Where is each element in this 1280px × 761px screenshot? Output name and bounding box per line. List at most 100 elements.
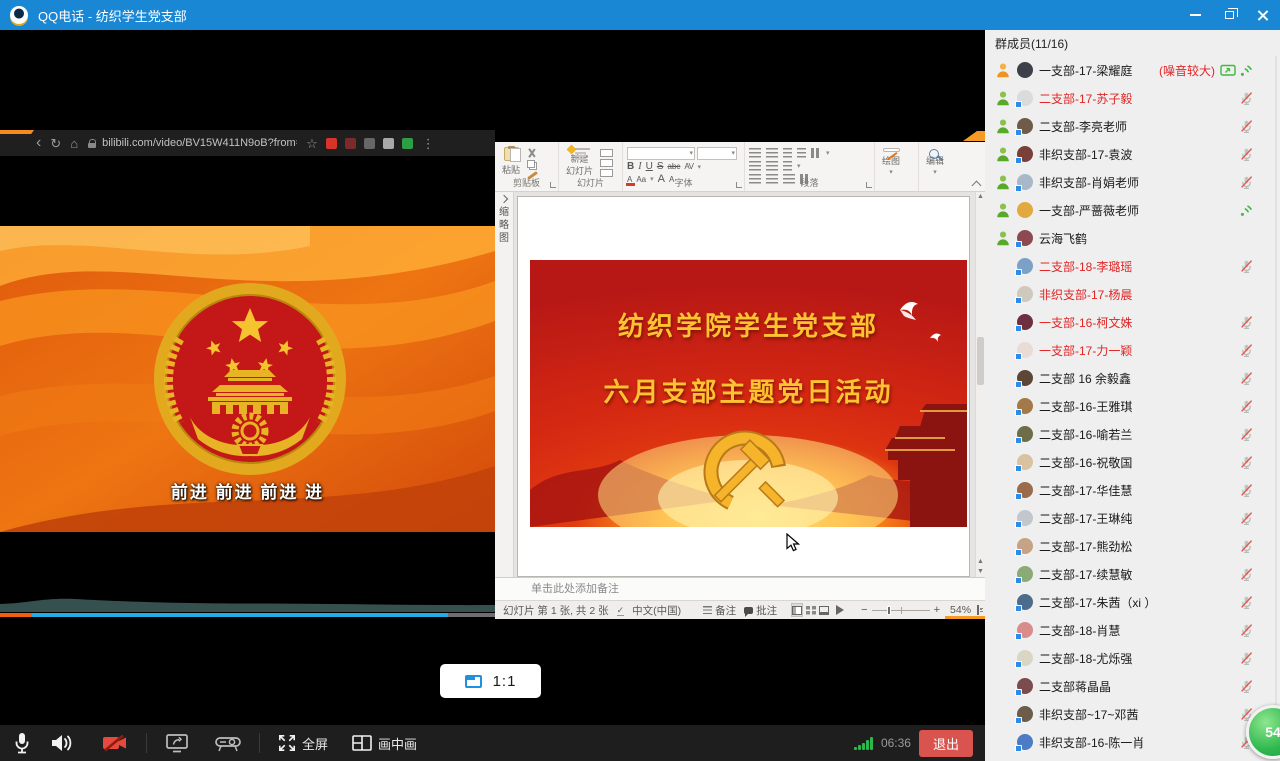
extension-icon-red[interactable] <box>326 138 337 149</box>
ribbon-collapse-icon[interactable] <box>973 180 980 187</box>
member-row[interactable]: 二支部-16-喻若兰 <box>985 420 1280 448</box>
zoom-slider[interactable] <box>872 610 930 611</box>
zoom-in-button[interactable]: + <box>930 604 944 616</box>
reading-view-button[interactable] <box>819 603 829 617</box>
member-row[interactable]: 二支部-李亮老师 <box>985 112 1280 140</box>
member-row[interactable]: 一支部-17-力一颖 <box>985 336 1280 364</box>
align-left-icon[interactable] <box>749 161 761 171</box>
bullets-icon[interactable] <box>749 148 761 158</box>
anthem-video-player[interactable]: 前进 前进 前进 进 <box>0 156 495 620</box>
normal-view-button[interactable] <box>791 603 803 617</box>
presentation-button[interactable] <box>215 733 241 753</box>
font-name-select[interactable]: ▾ <box>627 147 695 160</box>
spellcheck-icon[interactable] <box>617 604 625 616</box>
drawing-button[interactable]: 绘图 ▾ <box>879 145 903 177</box>
ppt-vertical-scrollbar[interactable]: ▲ ▲ ▼ <box>975 192 985 577</box>
thumbnail-pane-collapsed[interactable]: 缩略图 <box>495 192 514 577</box>
notes-pane[interactable]: 单击此处添加备注 <box>495 577 985 600</box>
member-row[interactable]: 非织支部~17~邓茜 <box>985 700 1280 728</box>
layout-icon[interactable] <box>600 149 613 157</box>
columns-icon[interactable] <box>811 148 821 158</box>
minimize-button[interactable] <box>1178 0 1212 30</box>
zoom-slider-thumb[interactable] <box>887 606 891 615</box>
member-row[interactable]: 二支部-17-苏子毅 <box>985 84 1280 112</box>
font-dialog-launcher[interactable] <box>736 182 742 188</box>
line-spacing-icon[interactable] <box>783 161 792 171</box>
member-row[interactable]: 二支部-18-尤烁强 <box>985 644 1280 672</box>
comments-toggle[interactable]: 批注 <box>744 603 777 618</box>
paste-button[interactable]: 粘贴 <box>499 145 523 177</box>
new-slide-button[interactable]: 新建 幻灯片 <box>563 145 596 177</box>
browser-address-bar[interactable]: bilibili.com/video/BV15W411N9oB?from=s..… <box>0 130 495 156</box>
language-indicator[interactable]: 中文(中国) <box>632 603 681 618</box>
slide-editing-area[interactable]: 纺织学院学生党支部 六月支部主题党日活动 <box>514 192 975 577</box>
member-row[interactable]: 二支部-18-李璐瑶 <box>985 252 1280 280</box>
member-row[interactable]: 非织支部-17-袁波 <box>985 140 1280 168</box>
shadow-button[interactable]: S <box>657 162 664 172</box>
member-row[interactable]: 云海飞鹤 <box>985 224 1280 252</box>
zoom-percentage[interactable]: 54% <box>950 604 971 616</box>
indent-increase-icon[interactable] <box>797 148 806 158</box>
member-row[interactable]: 二支部蒋晶晶 <box>985 672 1280 700</box>
url-text[interactable]: bilibili.com/video/BV15W411N9oB?from=s..… <box>102 137 297 149</box>
member-row[interactable]: 二支部-17-熊劲松 <box>985 532 1280 560</box>
slideshow-button[interactable] <box>832 603 849 617</box>
scale-1-1-button[interactable]: 1:1 <box>440 664 541 698</box>
extension-icon-gray[interactable] <box>364 138 375 149</box>
member-row[interactable]: 一支部-严蔷薇老师 <box>985 196 1280 224</box>
exit-button[interactable]: 退出 <box>919 730 973 757</box>
next-slide-icon[interactable]: ▼ <box>976 567 985 577</box>
underline-button[interactable]: U <box>646 162 653 172</box>
fit-to-window-icon[interactable] <box>977 605 979 615</box>
browser-menu-icon[interactable] <box>422 137 435 150</box>
slide-canvas[interactable]: 纺织学院学生党支部 六月支部主题党日活动 <box>517 196 970 577</box>
microphone-button[interactable] <box>12 732 32 754</box>
extension-icon-green[interactable] <box>402 138 413 149</box>
numbering-icon[interactable] <box>766 148 778 158</box>
camera-off-button[interactable] <box>102 733 128 753</box>
member-row[interactable]: 非织支部-肖娟老师 <box>985 168 1280 196</box>
italic-button[interactable]: I <box>638 162 641 172</box>
member-row[interactable]: 二支部-17-王琳纯 <box>985 504 1280 532</box>
extension-icon-light[interactable] <box>383 138 394 149</box>
browser-back-icon[interactable] <box>36 135 41 151</box>
scroll-up-icon[interactable]: ▲ <box>976 192 985 202</box>
font-size-select[interactable]: ▾ <box>697 147 737 160</box>
speaker-button[interactable] <box>50 733 74 753</box>
share-screen-button[interactable] <box>165 733 189 753</box>
bookmark-star-icon[interactable] <box>306 137 318 150</box>
member-scrollbar[interactable] <box>1275 56 1277 756</box>
char-spacing-button[interactable]: AV <box>684 163 693 171</box>
strikethrough-button[interactable]: abc <box>667 163 680 171</box>
fullscreen-button[interactable]: 全屏 <box>278 734 328 753</box>
zoom-out-button[interactable]: − <box>857 604 871 616</box>
cut-icon[interactable] <box>527 148 537 157</box>
expand-pane-icon[interactable] <box>500 195 508 203</box>
previous-slide-icon[interactable]: ▲ <box>976 557 985 567</box>
paragraph-dialog-launcher[interactable] <box>866 182 872 188</box>
reset-icon[interactable] <box>600 159 613 167</box>
member-row[interactable]: 二支部 16 余毅鑫 <box>985 364 1280 392</box>
close-button[interactable] <box>1246 0 1280 30</box>
browser-refresh-icon[interactable] <box>50 137 61 150</box>
pip-button[interactable]: 画中画 <box>352 734 417 753</box>
member-row[interactable]: 一支部-16-柯文姝 <box>985 308 1280 336</box>
member-row[interactable]: 非织支部-17-杨晨 <box>985 280 1280 308</box>
editing-button[interactable]: 编辑 ▾ <box>923 145 947 177</box>
member-row[interactable]: 二支部-16-祝敬国 <box>985 448 1280 476</box>
member-row[interactable]: 一支部-17-梁耀庭(噪音较大) <box>985 56 1280 84</box>
member-row[interactable]: 二支部-17-朱茜（xi ） <box>985 588 1280 616</box>
scroll-thumb[interactable] <box>977 337 984 385</box>
title-bar[interactable]: QQ电话 - 纺织学生党支部 <box>0 0 1280 30</box>
browser-home-icon[interactable] <box>70 137 78 150</box>
video-progress-bar[interactable] <box>0 613 495 617</box>
member-row[interactable]: 二支部-18-肖慧 <box>985 616 1280 644</box>
member-row[interactable]: 二支部-17-华佳慧 <box>985 476 1280 504</box>
slide-sorter-button[interactable] <box>806 603 816 617</box>
extension-icon-maroon[interactable] <box>345 138 356 149</box>
indent-decrease-icon[interactable] <box>783 148 792 158</box>
align-center-icon[interactable] <box>766 161 778 171</box>
notes-toggle[interactable]: 备注 <box>703 603 736 618</box>
copy-icon[interactable] <box>527 160 535 169</box>
member-row[interactable]: 非织支部-16-陈一肖 <box>985 728 1280 756</box>
